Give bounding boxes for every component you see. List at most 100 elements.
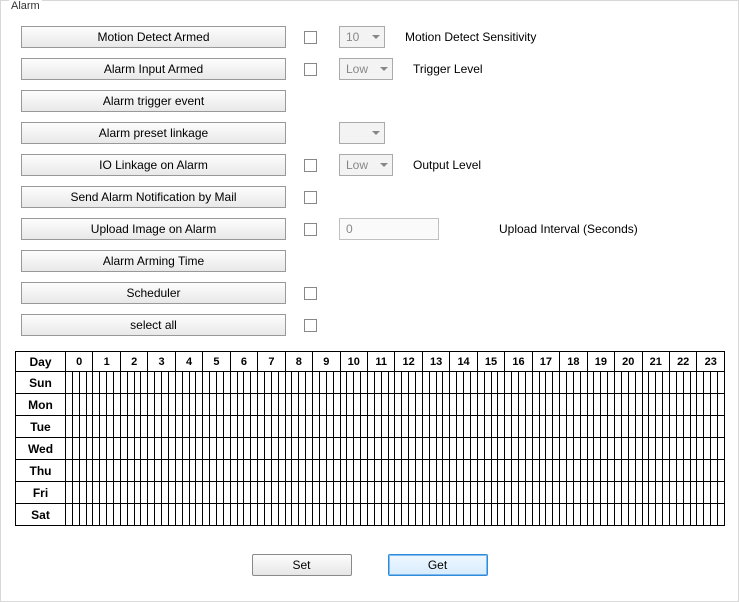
schedule-cell[interactable] [395, 416, 422, 438]
schedule-cell[interactable] [669, 416, 696, 438]
schedule-cell[interactable] [395, 504, 422, 526]
schedule-cell[interactable] [587, 438, 614, 460]
schedule-cell[interactable] [148, 482, 175, 504]
trigger-level-select[interactable]: Low [339, 58, 393, 80]
schedule-cell[interactable] [93, 504, 120, 526]
schedule-cell[interactable] [615, 482, 642, 504]
schedule-cell[interactable] [93, 460, 120, 482]
schedule-cell[interactable] [258, 482, 285, 504]
schedule-cell[interactable] [93, 482, 120, 504]
schedule-cell[interactable] [532, 460, 559, 482]
schedule-cell[interactable] [120, 416, 147, 438]
schedule-cell[interactable] [148, 504, 175, 526]
schedule-cell[interactable] [450, 504, 477, 526]
schedule-cell[interactable] [587, 504, 614, 526]
schedule-cell[interactable] [120, 504, 147, 526]
schedule-cell[interactable] [93, 416, 120, 438]
schedule-cell[interactable] [450, 482, 477, 504]
schedule-cell[interactable] [203, 372, 230, 394]
schedule-cell[interactable] [66, 482, 93, 504]
schedule-cell[interactable] [477, 372, 504, 394]
schedule-cell[interactable] [505, 372, 532, 394]
schedule-cell[interactable] [120, 372, 147, 394]
schedule-cell[interactable] [367, 394, 394, 416]
schedule-cell[interactable] [477, 482, 504, 504]
schedule-cell[interactable] [230, 438, 257, 460]
schedule-cell[interactable] [230, 482, 257, 504]
schedule-cell[interactable] [560, 504, 587, 526]
schedule-cell[interactable] [615, 504, 642, 526]
schedule-cell[interactable] [313, 394, 340, 416]
schedule-cell[interactable] [532, 482, 559, 504]
schedule-cell[interactable] [450, 394, 477, 416]
motion-detect-armed-button[interactable]: Motion Detect Armed [21, 26, 286, 48]
schedule-cell[interactable] [148, 438, 175, 460]
schedule-cell[interactable] [422, 372, 449, 394]
schedule-cell[interactable] [697, 416, 725, 438]
schedule-cell[interactable] [505, 482, 532, 504]
schedule-cell[interactable] [505, 504, 532, 526]
schedule-cell[interactable] [203, 482, 230, 504]
schedule-cell[interactable] [258, 438, 285, 460]
schedule-cell[interactable] [120, 482, 147, 504]
schedule-cell[interactable] [560, 416, 587, 438]
schedule-cell[interactable] [532, 372, 559, 394]
alarm-input-armed-checkbox[interactable] [304, 63, 317, 76]
schedule-cell[interactable] [532, 504, 559, 526]
schedule-cell[interactable] [422, 482, 449, 504]
schedule-cell[interactable] [258, 372, 285, 394]
schedule-cell[interactable] [697, 482, 725, 504]
schedule-cell[interactable] [203, 416, 230, 438]
alarm-input-armed-button[interactable]: Alarm Input Armed [21, 58, 286, 80]
schedule-cell[interactable] [120, 394, 147, 416]
schedule-cell[interactable] [367, 482, 394, 504]
schedule-cell[interactable] [560, 372, 587, 394]
schedule-cell[interactable] [615, 372, 642, 394]
get-button[interactable]: Get [388, 554, 488, 576]
send-alarm-mail-checkbox[interactable] [304, 191, 317, 204]
schedule-cell[interactable] [697, 438, 725, 460]
scheduler-checkbox[interactable] [304, 287, 317, 300]
schedule-cell[interactable] [340, 416, 367, 438]
schedule-cell[interactable] [505, 460, 532, 482]
schedule-cell[interactable] [367, 416, 394, 438]
schedule-cell[interactable] [203, 438, 230, 460]
schedule-cell[interactable] [669, 394, 696, 416]
schedule-cell[interactable] [230, 504, 257, 526]
select-all-button[interactable]: select all [21, 314, 286, 336]
schedule-cell[interactable] [477, 504, 504, 526]
schedule-cell[interactable] [642, 460, 669, 482]
schedule-cell[interactable] [148, 416, 175, 438]
schedule-cell[interactable] [477, 460, 504, 482]
schedule-cell[interactable] [285, 394, 312, 416]
schedule-cell[interactable] [175, 504, 202, 526]
schedule-cell[interactable] [560, 394, 587, 416]
schedule-cell[interactable] [669, 438, 696, 460]
schedule-cell[interactable] [395, 394, 422, 416]
schedule-cell[interactable] [313, 504, 340, 526]
schedule-cell[interactable] [66, 460, 93, 482]
schedule-cell[interactable] [313, 460, 340, 482]
schedule-cell[interactable] [258, 504, 285, 526]
schedule-cell[interactable] [587, 372, 614, 394]
schedule-cell[interactable] [285, 482, 312, 504]
schedule-table[interactable]: Day0123456789101112131415161718192021222… [15, 351, 725, 526]
schedule-cell[interactable] [258, 460, 285, 482]
io-linkage-button[interactable]: IO Linkage on Alarm [21, 154, 286, 176]
schedule-cell[interactable] [340, 438, 367, 460]
schedule-cell[interactable] [477, 438, 504, 460]
alarm-arming-time-button[interactable]: Alarm Arming Time [21, 250, 286, 272]
schedule-cell[interactable] [175, 460, 202, 482]
schedule-cell[interactable] [697, 372, 725, 394]
schedule-cell[interactable] [615, 416, 642, 438]
schedule-cell[interactable] [285, 438, 312, 460]
schedule-cell[interactable] [66, 372, 93, 394]
schedule-cell[interactable] [532, 438, 559, 460]
schedule-cell[interactable] [560, 438, 587, 460]
output-level-select[interactable]: Low [339, 154, 393, 176]
schedule-cell[interactable] [615, 394, 642, 416]
schedule-cell[interactable] [93, 394, 120, 416]
schedule-cell[interactable] [66, 394, 93, 416]
schedule-cell[interactable] [422, 416, 449, 438]
schedule-cell[interactable] [230, 372, 257, 394]
